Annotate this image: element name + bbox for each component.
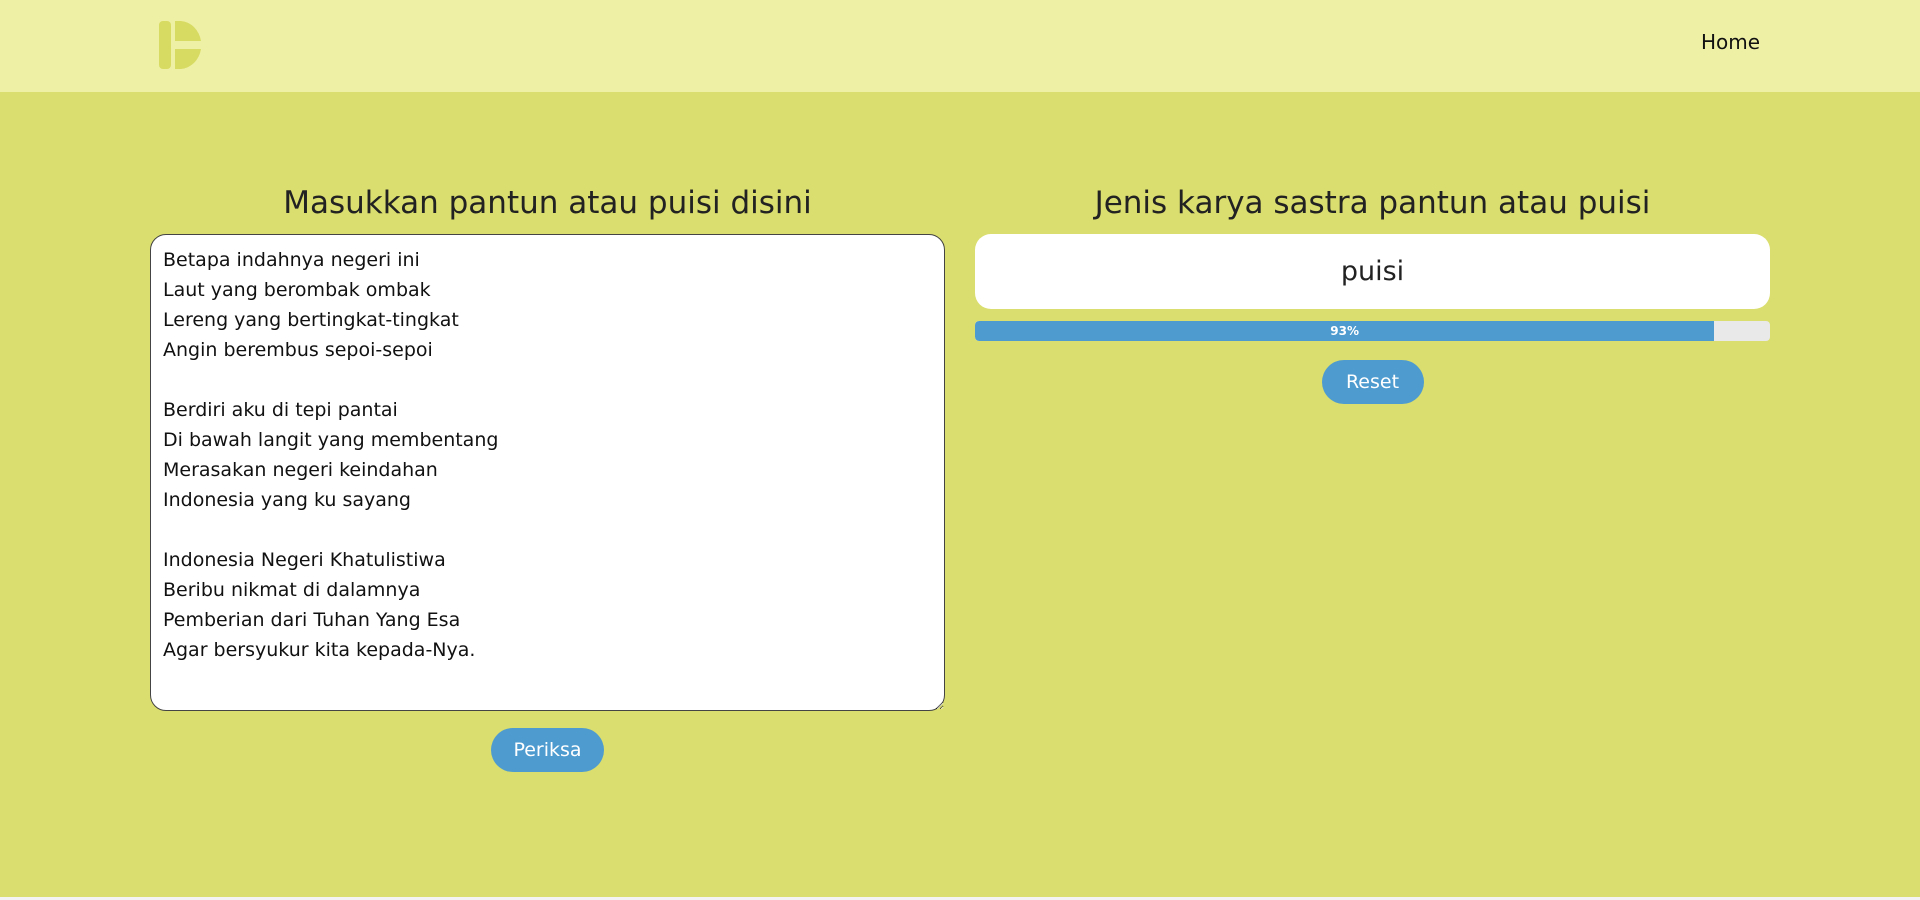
confidence-label: 93% xyxy=(1330,324,1360,338)
check-button[interactable]: Periksa xyxy=(491,728,604,772)
result-value: puisi xyxy=(975,234,1770,309)
poem-textarea[interactable]: Betapa indahnya negeri ini Laut yang ber… xyxy=(150,234,945,711)
d-logo-icon[interactable] xyxy=(159,19,204,71)
reset-button[interactable]: Reset xyxy=(1321,360,1424,404)
result-panel: Jenis karya sastra pantun atau puisi pui… xyxy=(975,178,1770,404)
input-panel-title: Masukkan pantun atau puisi disini xyxy=(283,185,812,221)
input-panel: Masukkan pantun atau puisi disini Betapa… xyxy=(150,178,945,772)
nav-home-link[interactable]: Home xyxy=(1701,30,1760,54)
navbar: Home xyxy=(0,0,1920,92)
confidence-progress-bar: 93% xyxy=(975,321,1770,341)
result-panel-title: Jenis karya sastra pantun atau puisi xyxy=(1094,185,1651,221)
